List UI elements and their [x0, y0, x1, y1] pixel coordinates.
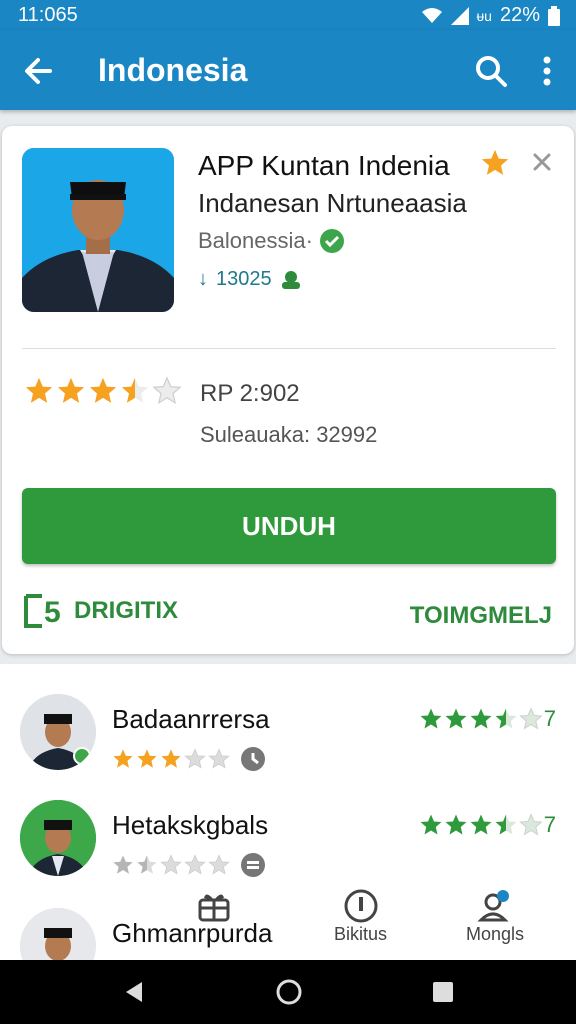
divider — [22, 348, 556, 349]
star-icon — [470, 708, 492, 729]
review-stars — [112, 852, 266, 878]
app-name: APP Kuntan Indenia — [198, 150, 450, 181]
star-icon — [420, 814, 442, 835]
user-badge-icon — [477, 890, 510, 922]
tab-mongls[interactable]: Mongls — [466, 888, 524, 945]
wifi-icon — [421, 7, 442, 23]
battery-percent: 22% — [499, 4, 540, 26]
status-bar: 11:065 ᵾu 22% — [0, 0, 576, 30]
star-icon — [519, 707, 543, 730]
star-icon — [25, 377, 53, 403]
group-icon — [281, 270, 300, 289]
star-icon — [445, 708, 467, 729]
installs-arrow-icon: ↓ — [198, 268, 208, 290]
app-rating-stars — [24, 376, 182, 406]
installs-count: 13025 — [216, 268, 272, 290]
nav-back-icon[interactable] — [122, 980, 146, 1004]
gift-icon — [198, 894, 230, 922]
network-label: ᵾu — [476, 7, 492, 24]
review-score-value: 7 — [543, 812, 556, 837]
star-icon — [208, 854, 230, 875]
info-badge-icon — [241, 747, 265, 771]
star-icon — [495, 708, 517, 729]
star-icon — [495, 814, 517, 835]
info-badge-icon — [241, 853, 265, 877]
developer-badge[interactable]: 5 DRIGITIX — [24, 594, 178, 628]
review-item[interactable]: Badaanrrersa 7 — [0, 690, 576, 790]
developer-badge-label: DRIGITIX — [74, 597, 179, 624]
back-arrow-icon[interactable] — [20, 52, 58, 90]
info-circle-icon — [344, 889, 377, 923]
nav-home-icon[interactable] — [276, 979, 302, 1005]
star-icon — [208, 748, 230, 769]
app-bar: Indonesia — [0, 30, 576, 110]
close-icon[interactable] — [530, 150, 554, 174]
reviewer-name: Hetakskgbals — [112, 810, 269, 840]
installs-row: ↓ 13025 — [198, 268, 302, 291]
app-subtitle: Indanesan Nrtuneaasia — [198, 188, 467, 218]
review-score: 7 — [419, 706, 556, 732]
nav-recents-icon[interactable] — [432, 981, 454, 1003]
avatar — [20, 694, 96, 770]
review-score-value: 7 — [543, 706, 556, 731]
more-vert-icon[interactable] — [534, 52, 560, 90]
star-icon — [152, 376, 182, 405]
tab-label: Bikitus — [334, 924, 388, 944]
star-icon — [137, 855, 157, 874]
star-icon — [519, 813, 543, 836]
search-icon[interactable] — [472, 52, 510, 90]
status-icons: ᵾu 22% — [421, 4, 560, 27]
more-link[interactable]: TOIMGMELJ — [410, 602, 552, 630]
star-icon — [89, 377, 117, 403]
star-icon — [184, 748, 206, 769]
shield-5-icon: 5 — [24, 594, 61, 628]
battery-icon — [548, 5, 560, 26]
page-title: Indonesia — [98, 52, 248, 88]
avatar — [20, 800, 96, 876]
developer-row[interactable]: Balonessia· — [198, 228, 345, 254]
system-nav-bar — [0, 960, 576, 1024]
bottom-tab-bar: Bikitus Mongls — [0, 876, 576, 960]
review-score: 7 — [419, 812, 556, 838]
tab-bikitus[interactable]: Bikitus — [334, 888, 387, 945]
reviewer-name: Badaanrrersa — [112, 704, 270, 734]
star-icon — [184, 854, 206, 875]
status-time: 11:065 — [18, 4, 78, 26]
star-icon — [470, 814, 492, 835]
star-icon — [445, 814, 467, 835]
star-icon — [420, 708, 442, 729]
tab-label: Mongls — [466, 924, 525, 944]
install-button[interactable]: UNDUH — [22, 488, 556, 564]
star-icon — [113, 855, 133, 874]
developer-name: Balonessia· — [198, 228, 313, 253]
star-icon — [137, 749, 157, 768]
star-icon — [57, 377, 85, 403]
verified-badge-icon — [319, 229, 344, 253]
star-icon — [121, 377, 149, 403]
tab-gift[interactable] — [196, 888, 232, 924]
app-icon-portrait — [22, 148, 174, 312]
svg-text:5: 5 — [44, 596, 61, 628]
star-icon — [113, 749, 133, 768]
signal-icon — [450, 6, 469, 25]
favorite-star-icon[interactable] — [480, 148, 510, 178]
app-detail-card: APP Kuntan Indenia Indanesan Nrtuneaasia… — [2, 126, 574, 654]
downloads-label: Suleauaka: 32992 — [200, 422, 378, 447]
star-icon — [160, 854, 182, 875]
review-stars — [112, 746, 266, 772]
price-label: RP 2:902 — [200, 380, 300, 407]
star-icon — [161, 749, 181, 768]
